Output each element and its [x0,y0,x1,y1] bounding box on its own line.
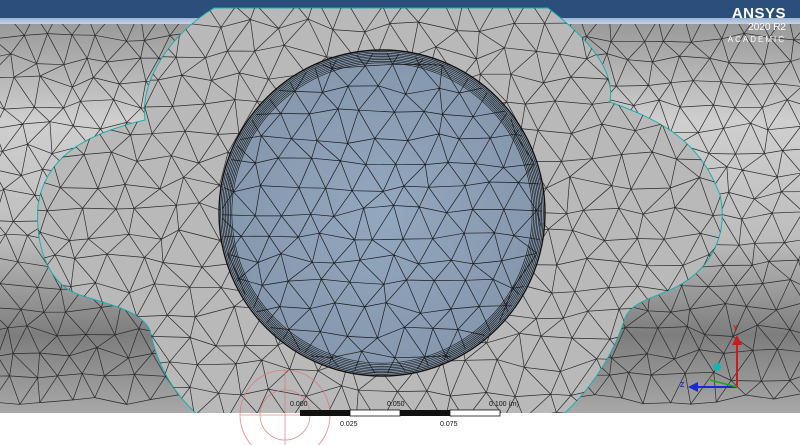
graphics-viewport[interactable]: ANSYS 2020 R2 ACADEMIC 0.000 0.050 0.100… [0,0,800,445]
logo-version: 2020 R2 [748,22,786,33]
axis-y-label: Y [733,325,738,332]
ansys-logo: ANSYS 2020 R2 ACADEMIC [728,6,786,46]
axis-z-label: Z [680,382,685,389]
logo-brand: ANSYS [731,5,786,22]
axes-triad-icon[interactable]: Y Z X [680,325,750,400]
logo-edition: ACADEMIC [727,35,786,44]
